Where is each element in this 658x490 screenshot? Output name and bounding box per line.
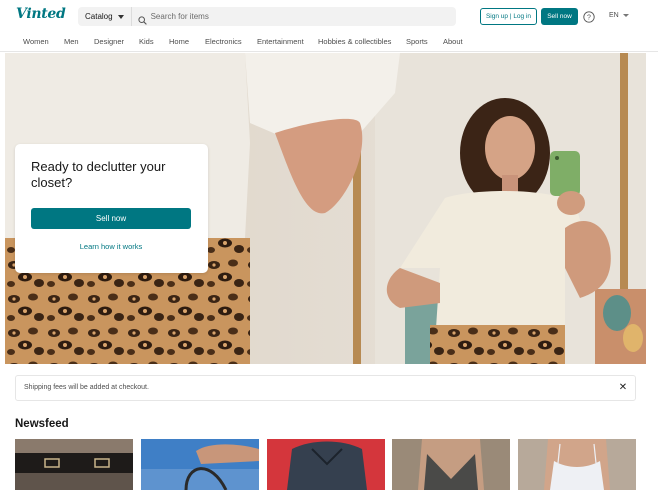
close-icon[interactable]: ✕: [617, 382, 629, 394]
feed-item[interactable]: [518, 439, 636, 490]
nav-item-about[interactable]: About: [443, 37, 463, 46]
nav-item-entertainment[interactable]: Entertainment: [257, 37, 304, 46]
shipping-notice-text: Shipping fees will be added at checkout.: [24, 384, 149, 391]
catalog-label: Catalog: [85, 12, 113, 21]
search-icon: [137, 12, 147, 25]
hero-sell-now-button[interactable]: Sell now: [31, 208, 191, 229]
feed-item[interactable]: [141, 439, 259, 490]
hero-title: Ready to declutter your closet?: [31, 159, 166, 190]
language-selector[interactable]: EN: [609, 12, 629, 19]
feed-item[interactable]: [15, 439, 133, 490]
help-icon[interactable]: ?: [583, 10, 595, 23]
feed-item-image: [267, 439, 385, 490]
feed-item[interactable]: [267, 439, 385, 490]
chevron-down-icon: [117, 14, 124, 19]
newsfeed-title: Newsfeed: [15, 418, 69, 430]
search-bar: Catalog: [78, 7, 456, 26]
chevron-down-icon: [622, 14, 629, 17]
nav-item-hobbies-collectibles[interactable]: Hobbies & collectibles: [318, 37, 391, 46]
feed-item-image: [392, 439, 510, 490]
feed-item-image: [15, 439, 133, 490]
nav-item-women[interactable]: Women: [23, 37, 49, 46]
catalog-dropdown[interactable]: Catalog: [78, 7, 132, 26]
vinted-logo[interactable]: Vinted: [16, 6, 66, 22]
search-input[interactable]: [146, 7, 456, 26]
nav-item-sports[interactable]: Sports: [406, 37, 428, 46]
sell-now-button[interactable]: Sell now: [541, 8, 578, 25]
svg-text:?: ?: [587, 14, 591, 21]
hero-banner: Ready to declutter your closet? Sell now…: [5, 53, 646, 364]
category-nav: Women Men Designer Kids Home Electronics…: [0, 32, 658, 52]
shipping-notice: Shipping fees will be added at checkout.…: [15, 375, 636, 401]
header: Vinted Catalog Sign up | Log in Sell now…: [0, 0, 658, 32]
nav-item-home[interactable]: Home: [169, 37, 189, 46]
nav-item-designer[interactable]: Designer: [94, 37, 124, 46]
hero-card: Ready to declutter your closet? Sell now…: [15, 144, 208, 273]
feed-item-image: [141, 439, 259, 490]
signup-login-button[interactable]: Sign up | Log in: [480, 8, 537, 25]
language-label: EN: [609, 12, 619, 19]
nav-item-kids[interactable]: Kids: [139, 37, 154, 46]
learn-how-it-works-link[interactable]: Learn how it works: [31, 242, 191, 251]
feed-item[interactable]: [392, 439, 510, 490]
feed-item-image: [518, 439, 636, 490]
nav-item-electronics[interactable]: Electronics: [205, 37, 242, 46]
nav-item-men[interactable]: Men: [64, 37, 79, 46]
